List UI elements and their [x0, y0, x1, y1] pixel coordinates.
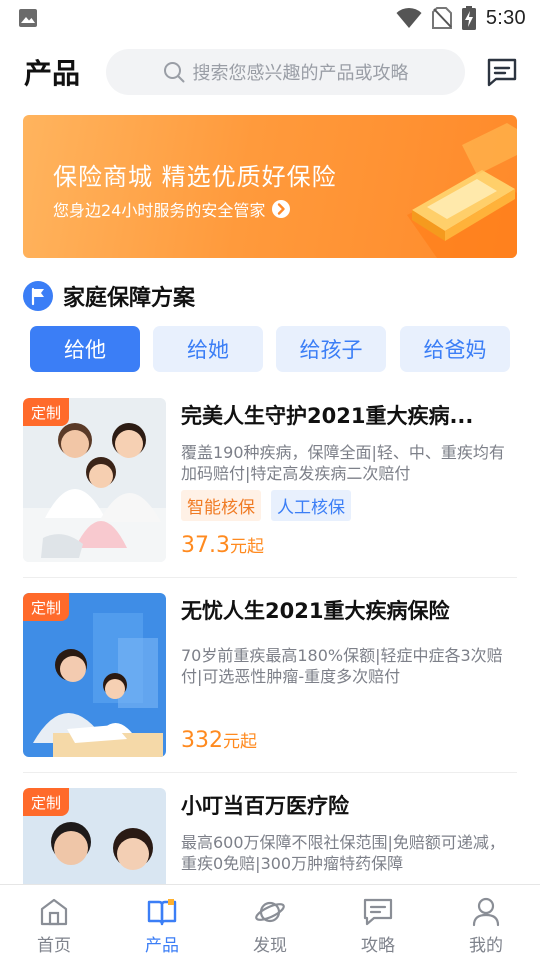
product-description: 最高600万保障不限社保范围|免赔额可递减，重疾0免赔|300万肿瘤特药保障: [181, 833, 505, 873]
banner-subtitle-text: 您身边24小时服务的安全管家: [53, 201, 266, 220]
list-divider: [23, 577, 517, 578]
product-image-doctor: 定制: [23, 788, 166, 884]
tab-for-him[interactable]: 给他: [30, 326, 140, 372]
banner-title: 保险商城 精选优质好保险: [53, 163, 337, 191]
product-price: 332 元起: [181, 727, 257, 753]
custom-badge: 定制: [23, 788, 69, 816]
nav-label-profile: 我的: [469, 936, 503, 956]
search-bar[interactable]: 搜索您感兴趣的产品或攻略: [106, 49, 465, 95]
banner-subtitle: 您身边24小时服务的安全管家: [53, 197, 291, 221]
list-divider: [23, 772, 517, 773]
top-header: 产品 搜索您感兴趣的产品或攻略: [0, 44, 540, 100]
book-icon: [147, 899, 177, 926]
battery-charging-icon: [461, 6, 476, 30]
product-description: 70岁前重疾最高180%保额|轻症中症各3次赔付|可选恶性肿瘤-重度多次赔付: [181, 646, 503, 686]
image-notification-icon: [19, 9, 37, 27]
nav-item-home[interactable]: 首页: [0, 885, 108, 960]
section-title: 家庭保障方案: [63, 286, 196, 311]
price-value: 332: [181, 728, 223, 753]
wifi-icon: [396, 7, 422, 28]
page-title: 产品: [24, 57, 81, 90]
price-unit: 元起: [223, 732, 257, 752]
custom-badge: 定制: [23, 398, 69, 426]
arrow-right-circle-icon: [272, 200, 291, 218]
promo-banner[interactable]: 保险商城 精选优质好保险 您身边24小时服务的安全管家: [23, 115, 517, 258]
person-icon: [472, 897, 500, 927]
tag-smart-underwriting: 智能核保: [181, 490, 261, 521]
message-icon[interactable]: [486, 57, 518, 87]
chat-icon: [363, 898, 393, 926]
product-description: 覆盖190种疾病，保障全面|轻、中、重疾均有加码赔付|特定高发疾病二次赔付: [181, 443, 505, 483]
tab-for-her[interactable]: 给她: [153, 326, 263, 372]
product-image-family: 定制: [23, 398, 166, 562]
search-icon: [163, 62, 184, 83]
home-icon: [40, 898, 68, 926]
custom-badge: 定制: [23, 593, 69, 621]
tab-for-child[interactable]: 给孩子: [276, 326, 386, 372]
nav-label-products: 产品: [145, 936, 179, 956]
nav-item-guides[interactable]: 攻略: [324, 885, 432, 960]
bottom-navigation: 首页 产品 发现 攻略 我的: [0, 884, 540, 960]
banner-illustration: [407, 123, 517, 258]
status-bar: 5:30: [0, 0, 540, 36]
product-card-3[interactable]: 定制 小叮当百万医疗险 最高600万保障不限社保范围|免赔额可递减，重疾0免赔|…: [23, 788, 517, 884]
family-plan-section-header: 家庭保障方案: [23, 280, 195, 312]
product-title: 完美人生守护2021重大疾病...: [181, 404, 474, 428]
no-sim-icon: [431, 7, 452, 29]
planet-icon: [255, 901, 285, 923]
nav-item-profile[interactable]: 我的: [432, 885, 540, 960]
price-unit: 元起: [229, 537, 264, 557]
nav-item-products[interactable]: 产品: [108, 885, 216, 960]
nav-label-guides: 攻略: [361, 936, 395, 956]
search-placeholder: 搜索您感兴趣的产品或攻略: [192, 63, 409, 84]
nav-label-home: 首页: [37, 936, 71, 956]
nav-item-discover[interactable]: 发现: [216, 885, 324, 960]
tab-for-parents[interactable]: 给爸妈: [400, 326, 510, 372]
product-card-1[interactable]: 定制 完美人生守护2021重大疾病... 覆盖190种疾病，保障全面|轻、中、重…: [23, 398, 517, 562]
product-price: 37.3 元起: [181, 532, 264, 558]
flag-icon: [23, 281, 53, 311]
product-image-study: 定制: [23, 593, 166, 757]
product-title: 小叮当百万医疗险: [181, 794, 349, 818]
price-value: 37.3: [181, 533, 230, 558]
clock-time: 5:30: [485, 6, 526, 29]
product-tags: 智能核保 人工核保: [181, 490, 351, 521]
product-card-2[interactable]: 定制 无忧人生2021重大疾病保险 70岁前重疾最高180%保额|轻症中症各3次…: [23, 593, 517, 757]
nav-label-discover: 发现: [253, 936, 287, 956]
product-title: 无忧人生2021重大疾病保险: [181, 599, 450, 623]
tag-manual-underwriting: 人工核保: [271, 490, 351, 521]
